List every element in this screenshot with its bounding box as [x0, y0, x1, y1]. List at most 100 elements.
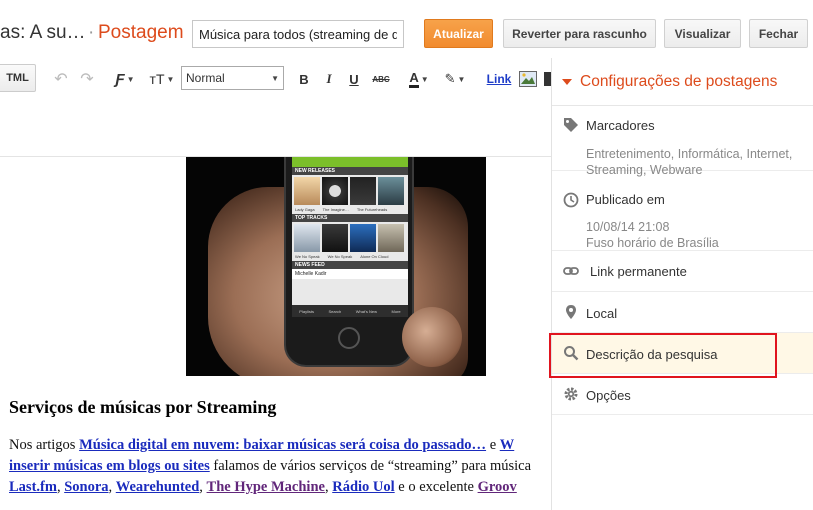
link-icon	[563, 267, 579, 275]
screen-tab: More	[391, 308, 401, 314]
screen-tab: Search	[328, 308, 342, 314]
gear-icon	[564, 387, 578, 401]
post-link[interactable]: The Hype Machine	[207, 479, 325, 495]
top-header: as: A su… · Postagem Atualizar Reverter …	[0, 0, 813, 66]
album-captions: Lady Gaga The Imagine… The Futureheads	[292, 207, 408, 212]
screen-tab: What's New	[355, 308, 377, 314]
track-thumb	[378, 224, 404, 252]
post-text: falamos de vários serviços de “streaming…	[209, 458, 532, 474]
track-caption: We No Speak	[295, 254, 320, 259]
chevron-down-icon: ▼	[166, 74, 175, 84]
chevron-down-icon: ▼	[420, 74, 429, 84]
labels-title: Marcadores	[586, 118, 655, 133]
album-thumbs	[292, 175, 408, 207]
redo-icon[interactable]: ↷	[78, 68, 96, 90]
screen-section-new-releases: NEW RELEASES	[292, 167, 408, 175]
album-thumb	[378, 177, 404, 205]
phone-screen: NEW RELEASES Lady Gaga The Imagine… The …	[292, 157, 408, 317]
album-caption: The Imagine…	[322, 207, 349, 212]
html-mode-button[interactable]: TML	[0, 64, 36, 92]
text-color-button[interactable]: A ▼	[404, 68, 434, 90]
post-link[interactable]: Rádio Uol	[332, 479, 394, 495]
sidebar-item-options[interactable]: Opções	[552, 374, 813, 415]
location-title: Local	[586, 306, 618, 321]
highlight-color-button[interactable]: ✎ ▼	[440, 68, 470, 90]
screen-section-news-feed: NEWS FEED	[292, 261, 408, 269]
font-family-button[interactable]: Ƒ ▼	[110, 68, 140, 90]
chevron-down-icon: ▼	[271, 73, 279, 83]
insert-image-icon[interactable]	[518, 68, 538, 90]
labels-value: Streaming, Webware	[586, 163, 703, 177]
post-paragraph-line: Nos artigos Música digital em nuvem: bai…	[9, 437, 551, 454]
sidebar-item-published[interactable]: Publicado em 10/08/14 21:08 Fuso horário…	[552, 184, 813, 251]
insert-link-button[interactable]: Link	[484, 68, 514, 90]
close-button[interactable]: Fechar	[749, 19, 808, 48]
post-text: e o excelente	[394, 479, 478, 495]
sidebar-item-search-description[interactable]: Descrição da pesquisa	[552, 333, 813, 374]
published-title: Publicado em	[586, 192, 665, 207]
clock-icon	[563, 192, 579, 208]
post-settings-header[interactable]: Configurações de postagens	[552, 58, 813, 106]
post-settings-sidebar: Configurações de postagens Marcadores En…	[551, 58, 813, 510]
revert-to-draft-button[interactable]: Reverter para rascunho	[503, 19, 656, 48]
breadcrumb-separator: ·	[88, 22, 95, 43]
post-link[interactable]: Last.fm	[9, 479, 57, 495]
update-button[interactable]: Atualizar	[424, 19, 493, 48]
post-text: Nos artigos	[9, 437, 80, 453]
post-title-input[interactable]	[192, 20, 404, 48]
album-thumb	[322, 177, 348, 205]
thumb-graphic	[402, 307, 462, 367]
sidebar-item-labels[interactable]: Marcadores Entretenimento, Informática, …	[552, 106, 813, 177]
track-thumb	[350, 224, 376, 252]
post-link[interactable]: Groov	[478, 479, 517, 495]
highlight-icon: ✎	[444, 71, 456, 86]
bold-button[interactable]: B	[296, 68, 312, 90]
tag-icon	[564, 118, 578, 132]
screen-tab: Playlists	[299, 308, 314, 314]
sidebar-item-permalink[interactable]: Link permanente	[552, 251, 813, 292]
news-feed-user: Michelle Kadir	[292, 269, 408, 279]
album-thumb	[350, 177, 376, 205]
post-text: ,	[108, 479, 116, 495]
font-size-icon: тT	[149, 71, 165, 87]
post-paragraph-line: Last.fm, Sonora, Wearehunted, The Hype M…	[9, 479, 551, 496]
published-timezone: Fuso horário de Brasília	[586, 236, 719, 250]
undo-icon[interactable]: ↶	[52, 68, 70, 90]
track-caption: We No Speak	[327, 254, 353, 259]
track-thumb	[294, 224, 320, 252]
post-paragraph-line: inserir músicas em blogs ou sites falamo…	[9, 458, 551, 475]
track-thumb	[322, 224, 348, 252]
album-caption: Lady Gaga	[295, 207, 315, 212]
italic-button[interactable]: I	[321, 68, 337, 90]
blog-name[interactable]: as: A su…	[0, 22, 86, 44]
post-text: ,	[199, 479, 207, 495]
format-value: Normal	[186, 71, 225, 85]
track-thumbs	[292, 222, 408, 254]
sidebar-item-location[interactable]: Local	[552, 292, 813, 333]
text-color-icon: A	[409, 70, 419, 88]
phone-graphic: NEW RELEASES Lady Gaga The Imagine… The …	[284, 157, 414, 367]
location-pin-icon	[566, 305, 576, 319]
options-title: Opções	[586, 388, 631, 403]
post-editor[interactable]: NEW RELEASES Lady Gaga The Imagine… The …	[0, 157, 551, 510]
screen-status-bar	[292, 157, 408, 167]
post-link[interactable]: inserir músicas em blogs ou sites	[9, 458, 210, 474]
underline-button[interactable]: U	[346, 68, 362, 90]
post-image[interactable]: NEW RELEASES Lady Gaga The Imagine… The …	[186, 157, 486, 376]
strikethrough-button[interactable]: ABC	[370, 68, 392, 90]
post-heading: Serviços de músicas por Streaming	[9, 397, 277, 417]
search-icon	[564, 346, 579, 361]
post-link[interactable]: Wearehunted	[116, 479, 200, 495]
caret-down-icon	[562, 78, 572, 85]
labels-value: Entretenimento, Informática, Internet,	[586, 147, 793, 161]
post-link[interactable]: Música digital em nuvem: baixar músicas …	[79, 437, 486, 453]
preview-button[interactable]: Visualizar	[664, 19, 741, 48]
font-size-button[interactable]: тT ▼	[146, 68, 178, 90]
post-link[interactable]: Sonora	[64, 479, 108, 495]
post-settings-title: Configurações de postagens	[580, 72, 778, 90]
post-link[interactable]: W	[500, 437, 515, 453]
permalink-title: Link permanente	[590, 264, 687, 279]
paragraph-format-select[interactable]: Normal ▼	[181, 66, 284, 90]
font-icon: Ƒ	[115, 70, 125, 88]
phone-home-button	[338, 327, 360, 349]
